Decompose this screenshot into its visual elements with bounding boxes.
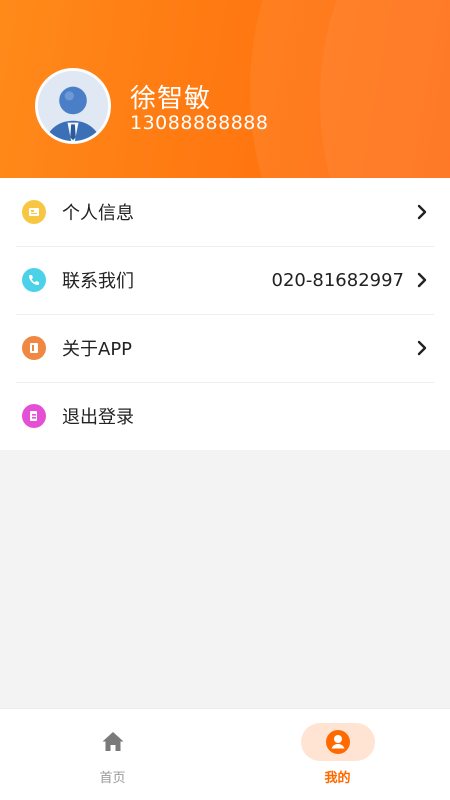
chevron-right-icon: [417, 272, 427, 288]
app-info-icon: [22, 336, 46, 360]
user-phone: 13088888888: [130, 112, 269, 134]
menu-item-label: 退出登录: [62, 407, 134, 428]
tab-mine[interactable]: 我的: [225, 709, 450, 800]
user-name: 徐智敏: [130, 84, 212, 114]
menu-item-logout[interactable]: 退出登录: [0, 382, 450, 450]
menu-item-label: 个人信息: [62, 203, 134, 224]
tab-home[interactable]: 首页: [0, 709, 225, 800]
tab-label: 我的: [324, 771, 351, 786]
bottom-tab-bar: 首页 我的: [0, 708, 450, 800]
logout-icon: [22, 404, 46, 428]
menu-item-contact-us[interactable]: 联系我们 020-81682997: [0, 246, 450, 314]
profile-header: 徐智敏 13088888888: [0, 0, 450, 178]
user-circle-icon: [325, 730, 350, 754]
settings-menu: 个人信息 联系我们 020-81682997 关于APP 退出登录: [0, 178, 450, 450]
profile-card-icon: [22, 200, 46, 224]
chevron-right-icon: [417, 340, 427, 356]
chevron-right-icon: [417, 204, 427, 220]
menu-item-label: 关于APP: [62, 339, 133, 360]
tab-label: 首页: [99, 771, 126, 786]
phone-icon: [22, 268, 46, 292]
tab-icon-container: [300, 723, 375, 761]
user-avatar-icon: [38, 71, 108, 141]
profile-page: 徐智敏 13088888888 个人信息 联系我们 020-81682997 关…: [0, 0, 450, 800]
tab-icon-container: [76, 723, 150, 761]
avatar[interactable]: [35, 68, 111, 144]
menu-item-about-app[interactable]: 关于APP: [0, 314, 450, 382]
home-icon: [102, 732, 123, 751]
header-decoration: [320, 0, 450, 178]
contact-phone-number: 020-81682997: [271, 269, 404, 291]
menu-item-personal-info[interactable]: 个人信息: [0, 178, 450, 246]
menu-item-label: 联系我们: [62, 271, 134, 292]
